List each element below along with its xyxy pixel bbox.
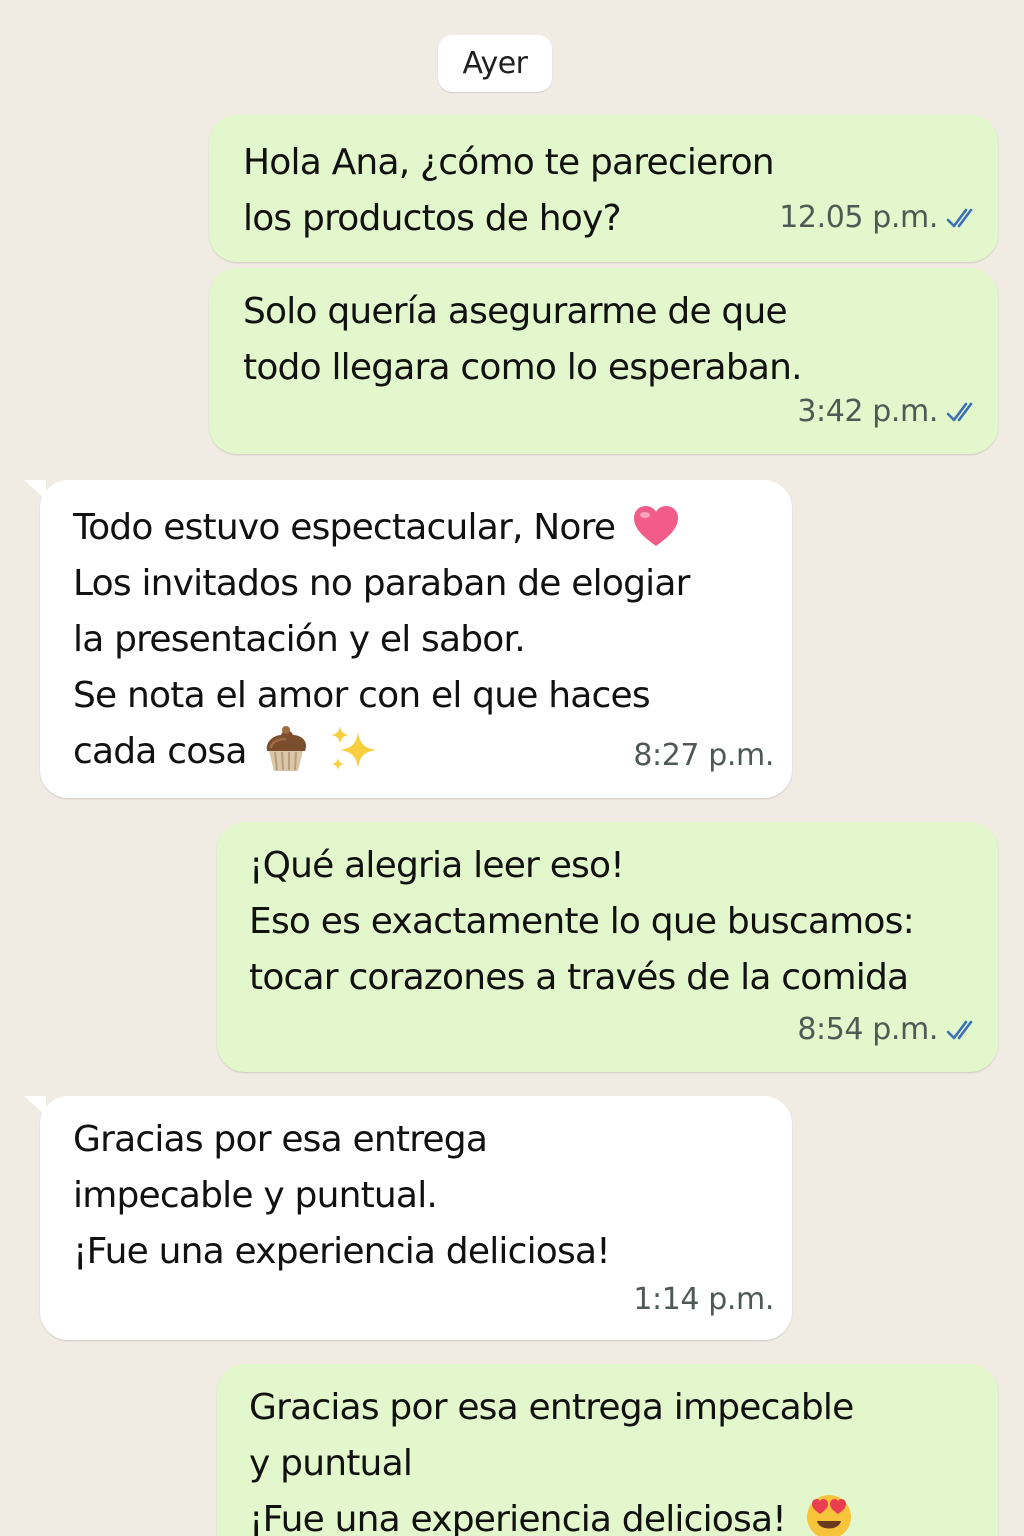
message-time: 8:54 p.m. xyxy=(797,1012,938,1047)
message-time: 1:14 p.m. xyxy=(633,1282,774,1317)
message-bubble-incoming[interactable]: Todo estuvo espectacular, Nore Los invit… xyxy=(24,480,792,798)
message-bubble-outgoing[interactable]: Gracias por esa entrega impecable y punt… xyxy=(217,1364,998,1536)
message-meta: 12.05 p.m. xyxy=(779,190,980,246)
message-text-line: Hola Ana, ¿cómo te parecieron xyxy=(243,142,775,183)
chat-conversation[interactable]: Ayer Hola Ana, ¿cómo te parecieron los p… xyxy=(0,0,1024,1536)
message-text: ¡Fue una experiencia deliciosa! xyxy=(249,1499,787,1536)
message-text-line: Se nota el amor con el que haces xyxy=(73,675,651,716)
heart-eyes-emoji xyxy=(806,1495,851,1536)
message-meta: 1:14 p.m. xyxy=(633,1272,774,1328)
message-text-line: Los invitados no paraban de elogiar xyxy=(73,563,690,604)
date-separator-label: Ayer xyxy=(462,46,528,81)
message-text-line: y puntual xyxy=(249,1443,413,1484)
message-text: Todo estuvo espectacular, Nore xyxy=(73,507,616,548)
read-double-check-icon xyxy=(946,1020,973,1040)
message-text-line: Eso es exactamente lo que buscamos: xyxy=(249,901,915,942)
message-text-line: ¡Qué alegria leer eso! xyxy=(249,845,625,886)
message-text-line: tocar corazones a través de la comida xyxy=(249,957,909,998)
message-meta: 8:27 p.m. xyxy=(633,728,774,784)
message-text-line: Todo estuvo espectacular, Nore xyxy=(73,500,772,556)
message-bubble-outgoing[interactable]: Solo quería asegurarme de que todo llega… xyxy=(209,268,998,454)
message-time: 8:27 p.m. xyxy=(633,738,774,773)
message-bubble-outgoing[interactable]: Hola Ana, ¿cómo te parecieron los produc… xyxy=(209,115,998,262)
read-double-check-icon xyxy=(946,402,973,422)
message-meta: 3:42 p.m. xyxy=(797,384,980,440)
message-bubble-incoming[interactable]: Gracias por esa entrega impecable y punt… xyxy=(24,1096,792,1340)
message-meta: 8:54 p.m. xyxy=(797,1002,980,1058)
cupcake-emoji xyxy=(267,726,307,771)
message-text-line: ¡Fue una experiencia deliciosa! xyxy=(249,1492,984,1536)
date-separator: Ayer xyxy=(438,35,552,92)
read-double-check-icon xyxy=(946,208,973,228)
message-text-line: la presentación y el sabor. xyxy=(73,619,526,660)
message-text-line: Gracias por esa entrega xyxy=(73,1119,488,1160)
message-time: 3:42 p.m. xyxy=(797,394,938,429)
message-text: cada cosa xyxy=(73,731,247,772)
message-text-line: Gracias por esa entrega impecable xyxy=(249,1387,854,1428)
message-bubble-outgoing[interactable]: ¡Qué alegria leer eso! Eso es exactament… xyxy=(217,822,998,1072)
heart-emoji xyxy=(633,506,678,546)
sparkles-emoji xyxy=(330,726,376,770)
message-time: 12.05 p.m. xyxy=(779,200,938,235)
message-text-line: Solo quería asegurarme de que xyxy=(243,291,788,332)
message-text-line: impecable y puntual. xyxy=(73,1175,438,1216)
